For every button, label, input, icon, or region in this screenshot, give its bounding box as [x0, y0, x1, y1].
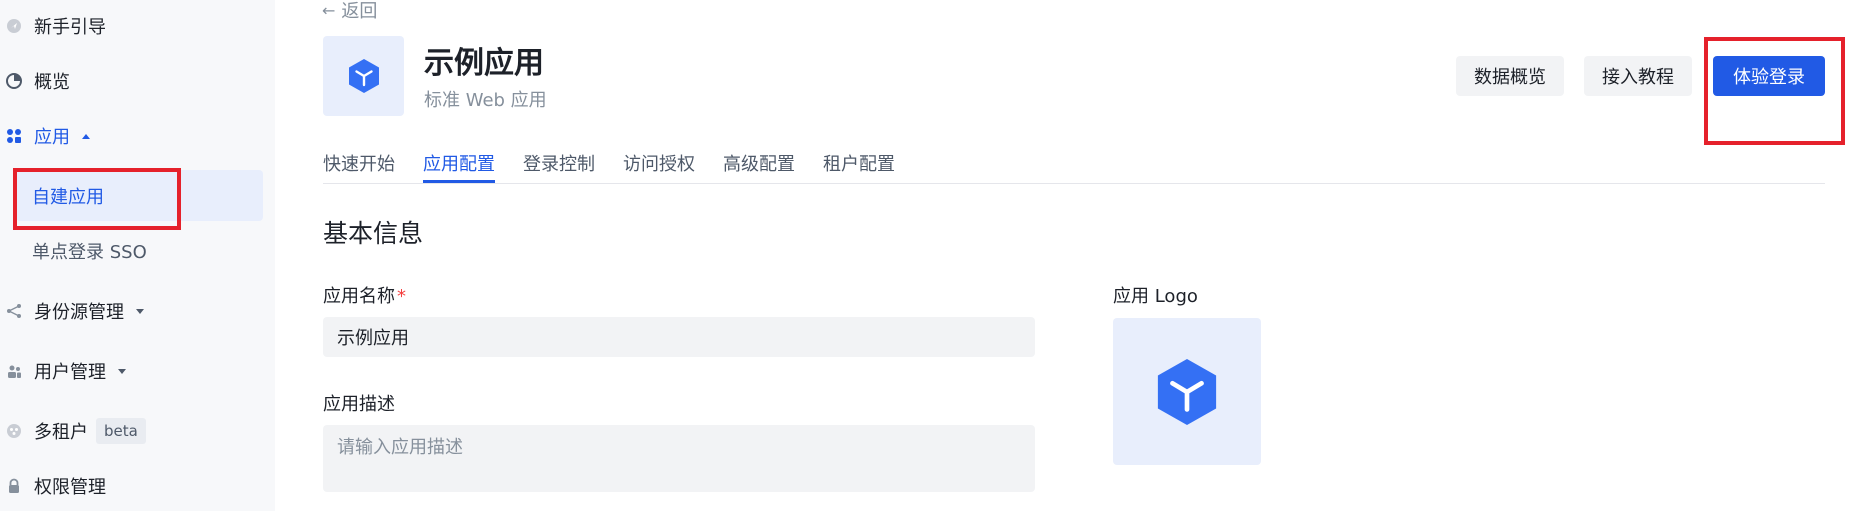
sidebar-item-label: 新手引导 — [34, 17, 106, 38]
data-overview-button[interactable]: 数据概览 — [1456, 56, 1564, 96]
app-desc-label: 应用描述 — [323, 394, 395, 415]
guide-icon — [6, 18, 22, 34]
apps-icon — [6, 128, 22, 144]
active-tab-indicator — [423, 180, 495, 183]
sidebar-item-guide[interactable]: 新手引导 — [0, 12, 106, 40]
back-link[interactable]: ← 返回 — [322, 0, 377, 24]
tab-bar: 快速开始 应用配置 登录控制 访问授权 高级配置 租户配置 — [323, 146, 1825, 184]
highlight-box-try-login — [1704, 37, 1845, 145]
tab-quick-start[interactable]: 快速开始 — [323, 150, 395, 180]
section-title: 基本信息 — [323, 219, 424, 248]
tab-app-config[interactable]: 应用配置 — [423, 150, 495, 180]
highlight-box-custom-apps — [13, 168, 181, 230]
required-mark: * — [397, 286, 406, 307]
page-title: 示例应用 — [424, 46, 544, 81]
app-type-subtitle: 标准 Web 应用 — [424, 90, 547, 111]
app-desc-textarea[interactable]: 请输入应用描述 — [323, 425, 1035, 492]
app-name-label-text: 应用名称 — [323, 286, 395, 307]
app-logo-upload[interactable] — [1113, 318, 1261, 465]
app-root: 新手引导 概览 应用 自建应用 单点登录 SSO 身份源管理 用户管理 多租户 … — [0, 0, 1856, 511]
sidebar-item-label: 多租户 — [34, 422, 88, 443]
app-logo-small — [323, 36, 404, 116]
sidebar-item-permissions[interactable]: 权限管理 — [0, 472, 106, 500]
pie-chart-icon — [6, 73, 22, 89]
sidebar-item-label: 身份源管理 — [34, 302, 124, 323]
tab-advanced-config[interactable]: 高级配置 — [723, 150, 795, 180]
sidebar-item-label: 概览 — [34, 72, 70, 93]
users-icon — [6, 363, 22, 379]
back-label: 返回 — [341, 1, 378, 22]
sidebar-item-identity-sources[interactable]: 身份源管理 — [0, 297, 144, 325]
app-logo-label: 应用 Logo — [1113, 286, 1198, 307]
tutorial-button[interactable]: 接入教程 — [1584, 56, 1692, 96]
sidebar-item-label: 权限管理 — [34, 477, 106, 498]
app-cube-icon — [1157, 358, 1217, 425]
chevron-down-icon — [136, 308, 144, 314]
beta-badge: beta — [96, 418, 146, 444]
sidebar-item-overview[interactable]: 概览 — [0, 67, 70, 95]
chevron-up-icon — [82, 133, 90, 139]
sidebar-item-tenants[interactable]: 多租户 beta — [0, 417, 146, 445]
app-cube-icon — [348, 59, 379, 93]
tab-access-authorization[interactable]: 访问授权 — [623, 150, 695, 180]
lock-icon — [6, 478, 22, 494]
sidebar-sub-item-sso[interactable]: 单点登录 SSO — [32, 237, 147, 265]
chevron-down-icon — [118, 368, 126, 374]
tab-tenant-config[interactable]: 租户配置 — [823, 150, 895, 180]
tab-login-control[interactable]: 登录控制 — [523, 150, 595, 180]
arrow-left-icon: ← — [322, 0, 336, 20]
sidebar-item-label: 用户管理 — [34, 362, 106, 383]
sidebar: 新手引导 概览 应用 自建应用 单点登录 SSO 身份源管理 用户管理 多租户 … — [0, 0, 275, 511]
app-name-label: 应用名称 * — [323, 282, 406, 308]
tenant-icon — [6, 423, 22, 439]
share-icon — [6, 303, 22, 319]
sidebar-item-label: 应用 — [34, 127, 70, 148]
sidebar-item-apps[interactable]: 应用 — [0, 122, 90, 150]
app-name-input[interactable]: 示例应用 — [323, 317, 1035, 357]
sidebar-item-users[interactable]: 用户管理 — [0, 357, 126, 385]
